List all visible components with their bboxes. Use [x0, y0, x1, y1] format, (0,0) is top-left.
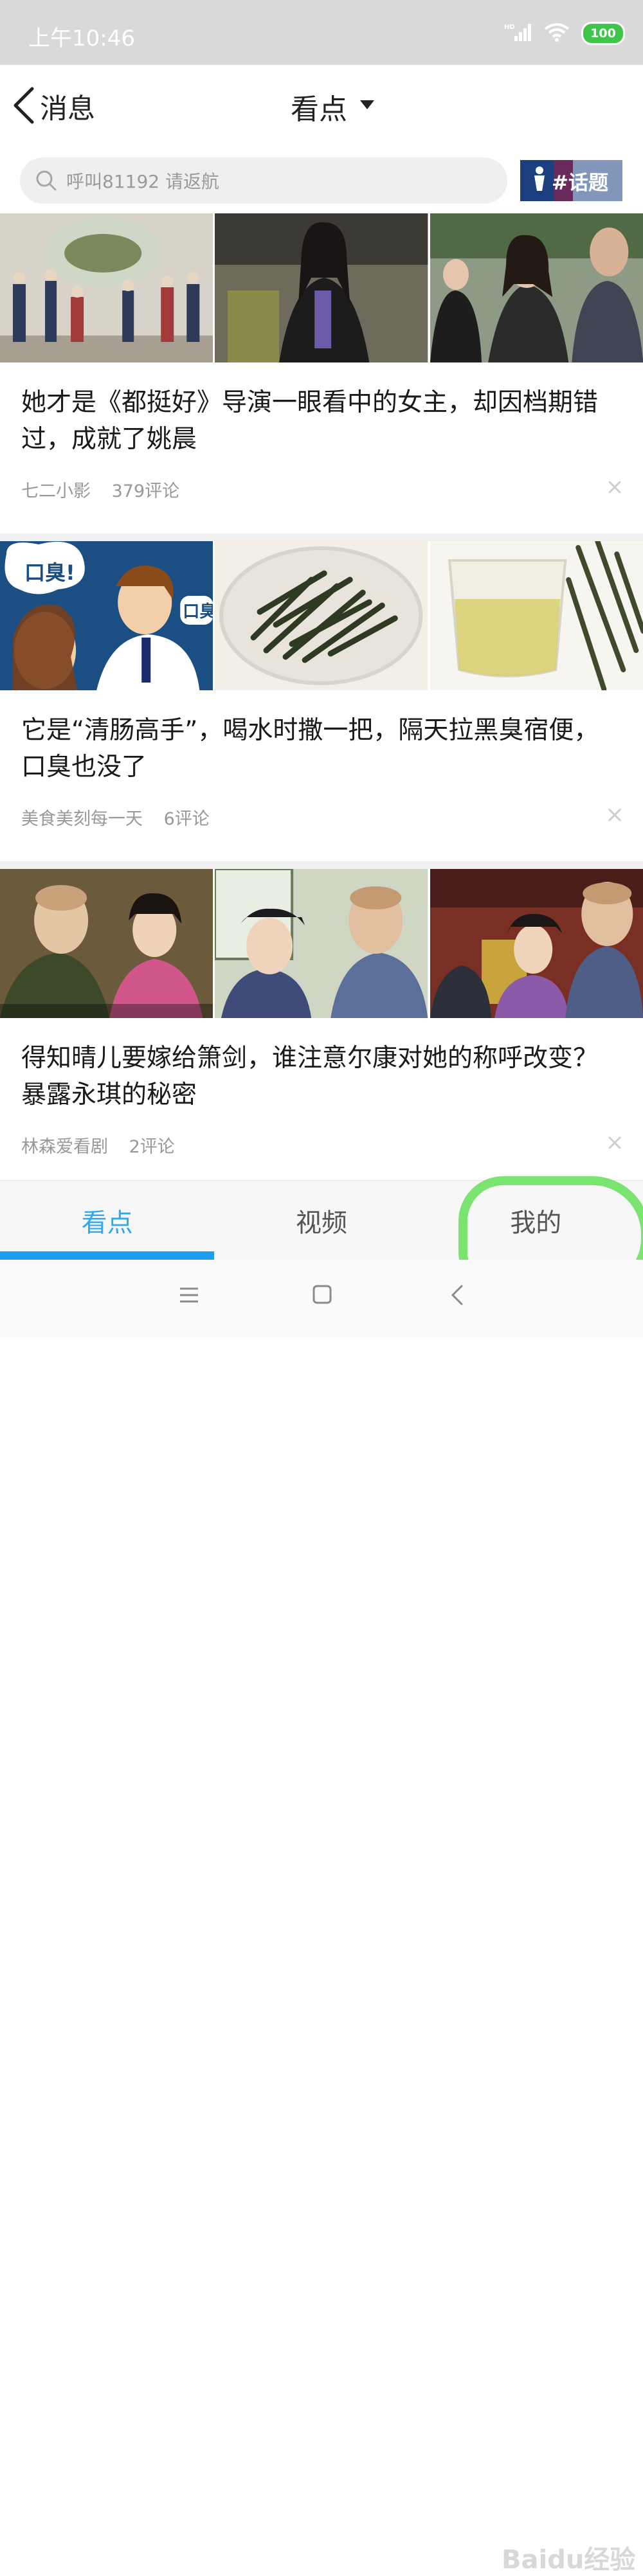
- news-source: 七二小影: [21, 481, 91, 501]
- thumbnail-row: [0, 869, 643, 1018]
- card-divider: [0, 533, 643, 541]
- news-meta: 七二小影 379评论: [21, 477, 195, 502]
- news-comment-count: 2评论: [129, 1137, 175, 1157]
- news-comment-count: 379评论: [111, 481, 180, 501]
- thumbnail-image: [430, 213, 643, 362]
- back-button[interactable]: 消息: [12, 84, 95, 129]
- search-row: 呼叫81192 请返航 #话题: [0, 148, 643, 213]
- topic-label: #话题: [552, 172, 608, 195]
- svg-text:口臭!: 口臭!: [24, 560, 75, 585]
- page-title: 看点: [291, 93, 347, 126]
- status-bar: 上午10:46 HD 100: [0, 0, 643, 65]
- search-input[interactable]: 呼叫81192 请返航: [20, 157, 507, 204]
- news-source: 林森爱看剧: [21, 1137, 108, 1157]
- dismiss-icon[interactable]: [606, 478, 624, 496]
- battery-indicator: 100: [581, 22, 625, 45]
- tab-label: 我的: [510, 1208, 562, 1238]
- svg-text:口臭: 口臭: [183, 602, 213, 622]
- channel-dropdown[interactable]: 看点: [291, 84, 374, 129]
- dismiss-icon[interactable]: [606, 806, 624, 824]
- thumbnail-image: [215, 541, 428, 690]
- news-title: 得知晴儿要嫁给箫剑，谁注意尔康对她的称呼改变？暴露永琪的秘密: [21, 1044, 599, 1109]
- top-nav-bar: 消息 看点: [0, 65, 643, 148]
- tab-mine[interactable]: 我的: [429, 1181, 643, 1260]
- news-card[interactable]: 口臭! 口臭 它是“清肠高手”，喝水时撒一把，隔天拉黑臭宿便，口臭也没了 美食美…: [0, 541, 643, 861]
- bottom-tab-bar: 看点 视频 我的: [0, 1180, 643, 1260]
- news-comment-count: 6评论: [163, 809, 210, 829]
- thumbnail-image: [0, 213, 213, 362]
- news-title: 它是“清肠高手”，喝水时撒一把，隔天拉黑臭宿便，口臭也没了: [21, 716, 599, 782]
- thumbnail-image: [430, 869, 643, 1018]
- thumbnail-image: [430, 541, 643, 690]
- active-tab-indicator: [0, 1251, 214, 1260]
- chevron-left-icon: [12, 86, 37, 127]
- caret-down-icon: [360, 100, 374, 113]
- news-card[interactable]: 她才是《都挺好》导演一眼看中的女主，却因档期错过，成就了姚晨 七二小影 379评…: [0, 213, 643, 533]
- news-source: 美食美刻每一天: [21, 809, 143, 829]
- status-time: 上午10:46: [28, 26, 135, 51]
- thumbnail-image: [215, 869, 428, 1018]
- tab-kandian[interactable]: 看点: [0, 1181, 214, 1260]
- thumbnail-image: [0, 869, 213, 1018]
- svg-text:HD: HD: [504, 24, 515, 31]
- tab-video[interactable]: 视频: [214, 1181, 428, 1260]
- dismiss-icon[interactable]: [606, 1134, 624, 1152]
- thumbnail-image: 口臭! 口臭: [0, 541, 213, 690]
- tab-label: 视频: [295, 1208, 347, 1238]
- menu-icon[interactable]: [179, 1287, 199, 1306]
- system-nav-bar: Baidu经验: [0, 1260, 643, 2575]
- home-icon[interactable]: [312, 1284, 332, 1307]
- back-nav-icon[interactable]: [450, 1284, 466, 1309]
- watermark-logo: Baidu经验: [502, 2545, 636, 2575]
- wifi-icon: [544, 22, 570, 44]
- news-meta: 林森爱看剧 2评论: [21, 1132, 190, 1158]
- signal-icon: HD: [504, 22, 532, 45]
- thumbnail-row: [0, 213, 643, 362]
- search-placeholder: 呼叫81192 请返航: [66, 171, 219, 192]
- news-meta: 美食美刻每一天 6评论: [21, 805, 225, 830]
- card-divider: [0, 861, 643, 869]
- search-icon: [35, 170, 57, 192]
- tab-label: 看点: [81, 1208, 133, 1238]
- back-label: 消息: [40, 93, 95, 125]
- news-card[interactable]: 得知晴儿要嫁给箫剑，谁注意尔康对她的称呼改变？暴露永琪的秘密 林森爱看剧 2评论: [0, 869, 643, 1189]
- thumbnail-image: [215, 213, 428, 362]
- news-title: 她才是《都挺好》导演一眼看中的女主，却因档期错过，成就了姚晨: [21, 388, 599, 454]
- thumbnail-row: 口臭! 口臭: [0, 541, 643, 690]
- status-icons: HD 100: [504, 19, 625, 48]
- news-feed: 她才是《都挺好》导演一眼看中的女主，却因档期错过，成就了姚晨 七二小影 379评…: [0, 213, 643, 1197]
- topic-button[interactable]: #话题: [520, 160, 622, 201]
